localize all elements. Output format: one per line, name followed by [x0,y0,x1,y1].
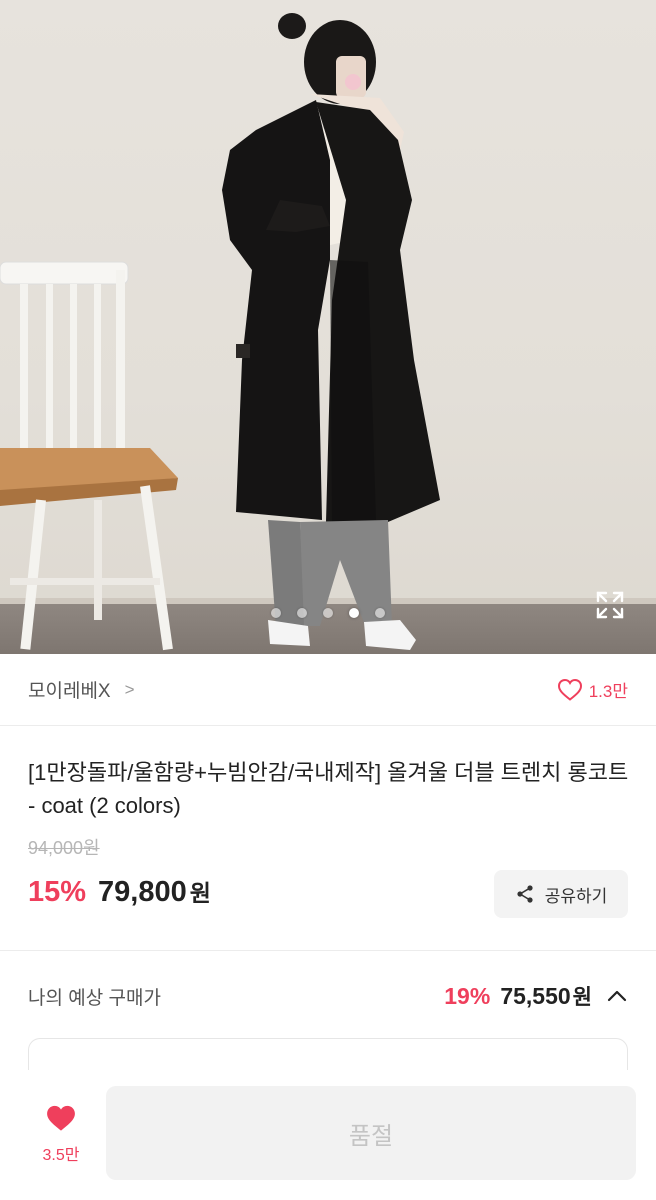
heart-filled-icon [47,1105,75,1131]
seller-row: 모이레베X > 1.3만 [0,654,656,726]
carousel-dot[interactable] [271,608,281,618]
price-row: 15% 79,800 원 [28,874,211,909]
estimated-price-value: 19% 75,550 원 [444,981,628,1011]
product-title: [1만장돌파/울함량+누빔안감/국내제작] 올겨울 더블 트렌치 롱코트 - c… [28,760,629,818]
carousel-dot-active[interactable] [349,608,359,618]
sold-out-label: 품절 [348,1122,394,1150]
carousel-dot[interactable] [375,608,385,618]
currency-unit: 원 [189,880,211,906]
share-label: 공유하기 [544,886,608,906]
wishlist-count: 3.5만 [42,1147,80,1164]
share-button[interactable]: 공유하기 [494,870,628,918]
product-image[interactable] [0,0,656,654]
expand-icon [596,591,624,619]
product-photo-illustration [0,13,440,651]
wishlist-button[interactable]: 3.5만 [28,1104,94,1165]
heart-outline-icon [557,678,582,701]
carousel-dot[interactable] [323,608,333,618]
product-title-block: [1만장돌파/울함량+누빔안감/국내제작] 올겨울 더블 트렌치 롱코트 - c… [28,756,638,822]
section-divider [0,950,656,951]
share-icon [517,885,533,903]
estimated-currency-unit: 원 [572,986,592,1009]
estimated-price-label: 나의 예상 구매가 [28,987,161,1009]
discount-rate: 15% [28,876,87,908]
chevron-up-icon [607,990,627,1002]
store-like-button[interactable]: 1.3만 [557,677,628,702]
store-like-count: 1.3만 [588,682,628,701]
estimated-discount-rate: 19% [444,982,491,1009]
expand-image-button[interactable] [594,589,626,621]
sale-price: 79,800 [98,876,187,908]
original-price: 94,000원 [28,838,100,858]
estimated-price: 75,550 [500,982,571,1009]
chevron-right-icon: > [124,679,135,699]
estimated-price-toggle[interactable]: 나의 예상 구매가 19% 75,550 원 [28,978,628,1014]
model-illustration [222,13,440,650]
chair-illustration [0,261,178,651]
carousel-indicator [0,608,656,622]
carousel-dot[interactable] [297,608,307,618]
sold-out-button[interactable]: 품절 [106,1086,636,1180]
seller-name-link[interactable]: 모이레베X [28,676,111,703]
